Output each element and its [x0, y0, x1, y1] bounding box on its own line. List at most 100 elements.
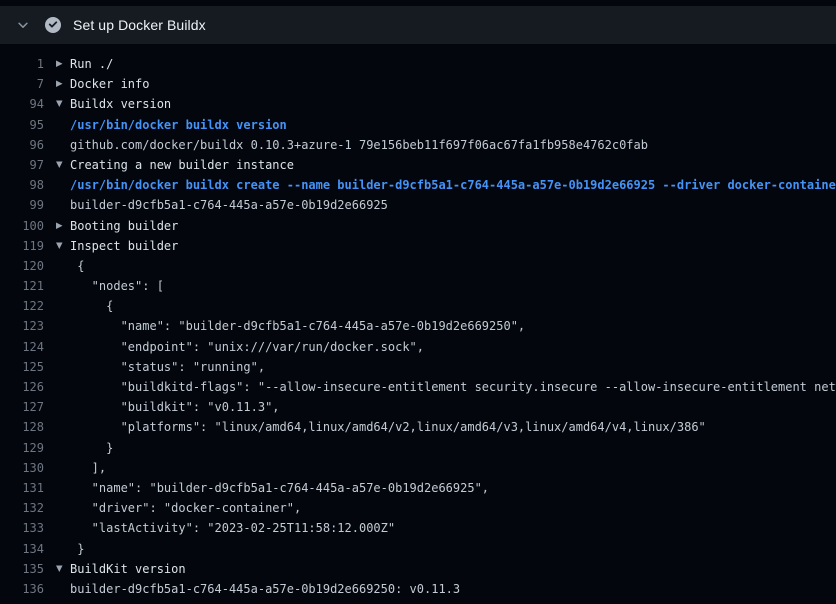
- log-line-text: Run ./: [70, 54, 113, 74]
- log-line-text: {: [70, 296, 113, 316]
- line-number[interactable]: 129: [0, 438, 50, 458]
- log-line-text: {: [70, 256, 84, 276]
- log-line: 133 "lastActivity": "2023-02-25T11:58:12…: [0, 518, 836, 538]
- group-toggle-icon: [56, 498, 70, 518]
- log-line: 123 "name": "builder-d9cfb5a1-c764-445a-…: [0, 316, 836, 336]
- log-line-text: "lastActivity": "2023-02-25T11:58:12.000…: [70, 518, 395, 538]
- log-group-row[interactable]: 94 ▼ Buildx version: [0, 94, 836, 114]
- line-number[interactable]: 123: [0, 316, 50, 336]
- log-line-text: BuildKit version: [70, 559, 186, 579]
- triangle-down-icon[interactable]: ▼: [56, 155, 70, 175]
- log-group-row[interactable]: 135 ▼ BuildKit version: [0, 559, 836, 579]
- line-number[interactable]: 134: [0, 539, 50, 559]
- line-number[interactable]: 120: [0, 256, 50, 276]
- log-line: 132 "driver": "docker-container",: [0, 498, 836, 518]
- line-number[interactable]: 127: [0, 397, 50, 417]
- line-number[interactable]: 133: [0, 518, 50, 538]
- line-number[interactable]: 100: [0, 216, 50, 236]
- log-line-text: "buildkitd-flags": "--allow-insecure-ent…: [70, 377, 836, 397]
- line-number[interactable]: 131: [0, 478, 50, 498]
- line-number[interactable]: 136: [0, 579, 50, 599]
- line-number[interactable]: 98: [0, 175, 50, 195]
- group-toggle-icon: [56, 438, 70, 458]
- triangle-down-icon[interactable]: ▼: [56, 94, 70, 114]
- group-toggle-icon: [56, 377, 70, 397]
- step-success-icon: [45, 17, 61, 33]
- step-title: Set up Docker Buildx: [73, 17, 206, 33]
- line-number[interactable]: 126: [0, 377, 50, 397]
- log-line-text: "buildkit": "v0.11.3",: [70, 397, 280, 417]
- log-line-text: "name": "builder-d9cfb5a1-c764-445a-a57e…: [70, 316, 525, 336]
- group-toggle-icon: [56, 175, 70, 195]
- log-line-text: Docker info: [70, 74, 149, 94]
- group-toggle-icon: [56, 417, 70, 437]
- log-line: 130 ],: [0, 458, 836, 478]
- log-group-row[interactable]: 7 ▶ Docker info: [0, 74, 836, 94]
- log-line: 127 "buildkit": "v0.11.3",: [0, 397, 836, 417]
- log-group-row[interactable]: 1 ▶ Run ./: [0, 54, 836, 74]
- log-line-text: "nodes": [: [70, 276, 164, 296]
- line-number[interactable]: 121: [0, 276, 50, 296]
- group-toggle-icon: [56, 518, 70, 538]
- group-toggle-icon: [56, 579, 70, 599]
- group-toggle-icon: [56, 397, 70, 417]
- line-number[interactable]: 1: [0, 54, 50, 74]
- triangle-right-icon[interactable]: ▶: [56, 74, 70, 94]
- group-toggle-icon: [56, 296, 70, 316]
- log-line-text: "status": "running",: [70, 357, 265, 377]
- log-line: 96 github.com/docker/buildx 0.10.3+azure…: [0, 135, 836, 155]
- log-line: 125 "status": "running",: [0, 357, 836, 377]
- log-line-text: Buildx version: [70, 94, 171, 114]
- chevron-down-icon[interactable]: [16, 18, 30, 32]
- line-number[interactable]: 125: [0, 357, 50, 377]
- log-group-row[interactable]: 97 ▼ Creating a new builder instance: [0, 155, 836, 175]
- log-viewer: Set up Docker Buildx 1 ▶ Run ./ 7 ▶ Dock…: [0, 6, 836, 599]
- group-toggle-icon: [56, 539, 70, 559]
- triangle-down-icon[interactable]: ▼: [56, 559, 70, 579]
- step-header[interactable]: Set up Docker Buildx: [0, 6, 836, 44]
- line-number[interactable]: 94: [0, 94, 50, 114]
- log-line: 95 /usr/bin/docker buildx version: [0, 115, 836, 135]
- log-line-text: "platforms": "linux/amd64,linux/amd64/v2…: [70, 417, 706, 437]
- line-number[interactable]: 95: [0, 115, 50, 135]
- line-number[interactable]: 7: [0, 74, 50, 94]
- log-line: 126 "buildkitd-flags": "--allow-insecure…: [0, 377, 836, 397]
- log-line-text: }: [70, 438, 113, 458]
- line-number[interactable]: 128: [0, 417, 50, 437]
- line-number[interactable]: 135: [0, 559, 50, 579]
- line-number[interactable]: 132: [0, 498, 50, 518]
- group-toggle-icon: [56, 357, 70, 377]
- group-toggle-icon: [56, 337, 70, 357]
- log-line: 98 /usr/bin/docker buildx create --name …: [0, 175, 836, 195]
- line-number[interactable]: 99: [0, 195, 50, 215]
- group-toggle-icon: [56, 276, 70, 296]
- line-number[interactable]: 124: [0, 337, 50, 357]
- log-line: 124 "endpoint": "unix:///var/run/docker.…: [0, 337, 836, 357]
- log-line: 122 {: [0, 296, 836, 316]
- log-line: 121 "nodes": [: [0, 276, 836, 296]
- log-line-text: Booting builder: [70, 216, 178, 236]
- log-line-text: ],: [70, 458, 106, 478]
- line-number[interactable]: 122: [0, 296, 50, 316]
- log-line-text: /usr/bin/docker buildx create --name bui…: [70, 175, 836, 195]
- log-group-row[interactable]: 119 ▼ Inspect builder: [0, 236, 836, 256]
- log-line-text: github.com/docker/buildx 0.10.3+azure-1 …: [70, 135, 648, 155]
- line-number[interactable]: 97: [0, 155, 50, 175]
- group-toggle-icon: [56, 195, 70, 215]
- log-line-text: "endpoint": "unix:///var/run/docker.sock…: [70, 337, 424, 357]
- log-line-text: builder-d9cfb5a1-c764-445a-a57e-0b19d2e6…: [70, 195, 388, 215]
- log-line-text: Creating a new builder instance: [70, 155, 294, 175]
- log-line-text: builder-d9cfb5a1-c764-445a-a57e-0b19d2e6…: [70, 579, 460, 599]
- log-line-text: "name": "builder-d9cfb5a1-c764-445a-a57e…: [70, 478, 489, 498]
- log-group-row[interactable]: 100 ▶ Booting builder: [0, 216, 836, 236]
- line-number[interactable]: 130: [0, 458, 50, 478]
- triangle-down-icon[interactable]: ▼: [56, 236, 70, 256]
- line-number[interactable]: 96: [0, 135, 50, 155]
- line-number[interactable]: 119: [0, 236, 50, 256]
- log-line: 129 }: [0, 438, 836, 458]
- log-line-text: }: [70, 539, 84, 559]
- triangle-right-icon[interactable]: ▶: [56, 54, 70, 74]
- triangle-right-icon[interactable]: ▶: [56, 216, 70, 236]
- log-line: 131 "name": "builder-d9cfb5a1-c764-445a-…: [0, 478, 836, 498]
- log-line-text: /usr/bin/docker buildx version: [70, 115, 287, 135]
